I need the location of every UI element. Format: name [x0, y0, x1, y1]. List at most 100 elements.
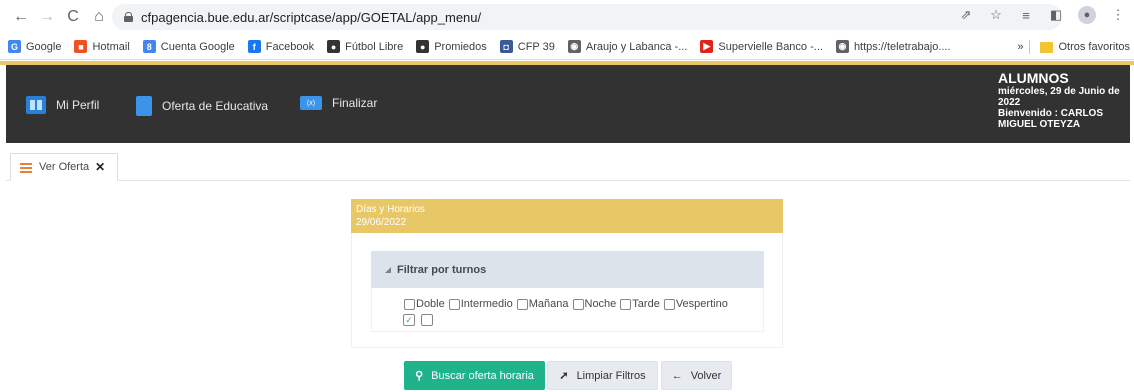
- share-icon[interactable]: ⇗: [958, 7, 974, 23]
- filter-section-toggle[interactable]: Filtrar por turnos: [371, 251, 764, 288]
- back-button[interactable]: ← Volver: [661, 361, 732, 390]
- address-bar[interactable]: cfpagencia.bue.edu.ar/scriptcase/app/GOE…: [112, 4, 1062, 30]
- app-header: Mi Perfil Oferta de Educativa (x) Finali…: [6, 65, 1130, 143]
- menu-item-label: Oferta de Educativa: [162, 99, 269, 113]
- bookmark-label: CFP 39: [517, 40, 555, 53]
- arrow-logo-icon: ▶: [700, 40, 714, 53]
- clear-filters-button[interactable]: ➚ Limpiar Filtros: [547, 361, 658, 390]
- filter-title: Filtrar por turnos: [397, 263, 487, 276]
- broom-icon: ➚: [559, 370, 569, 382]
- form-header: Días y Horarios 29/06/2022: [351, 199, 783, 233]
- bookmark-label: Google: [26, 40, 62, 53]
- checkbox-label: Doble: [416, 298, 445, 310]
- current-date: miércoles, 29 de Junio de 2022: [998, 86, 1120, 108]
- form-date: 29/06/2022: [356, 217, 407, 228]
- button-label: Limpiar Filtros: [576, 369, 646, 382]
- sliders-icon: [20, 162, 32, 173]
- button-label: Volver: [690, 369, 722, 382]
- bookmark-label: Fútbol Libre: [345, 40, 404, 53]
- checkbox[interactable]: [663, 298, 675, 310]
- bookmark-item[interactable]: ● Fútbol Libre: [327, 40, 403, 53]
- reading-list-icon[interactable]: ≡: [1018, 8, 1034, 23]
- form-title: Días y Horarios: [356, 204, 425, 215]
- menu-item-label: Finalizar: [332, 96, 378, 110]
- turno-option-doble[interactable]: Doble: [404, 298, 445, 310]
- turno-option-manana[interactable]: Mañana: [516, 298, 569, 310]
- welcome-message: Bienvenido : CARLOS MIGUEL OTEYZA: [998, 108, 1104, 130]
- checkbox[interactable]: [572, 298, 584, 310]
- profile-book-icon: [26, 96, 46, 114]
- menu-item-finalizar[interactable]: (x) Finalizar: [300, 96, 377, 110]
- turno-option-tarde[interactable]: Tarde: [620, 298, 660, 310]
- other-favorites-link[interactable]: Otros favoritos: [1058, 41, 1130, 53]
- browser-actions: ⇗ ☆ ≡ ◧ ● ⋮: [958, 6, 1126, 24]
- bookmark-label: Araujo y Labanca -...: [585, 40, 688, 53]
- bookmark-label: Hotmail: [92, 40, 130, 53]
- collapse-triangle-icon: [385, 266, 391, 273]
- globe-icon: ◉: [567, 40, 581, 53]
- google-icon: G: [8, 40, 21, 53]
- bookmark-item[interactable]: ◉ https://teletrabajo....: [835, 40, 951, 53]
- unchecked-checkbox[interactable]: [421, 314, 433, 326]
- soccer-ball-icon: ●: [416, 40, 430, 53]
- search-schedule-button[interactable]: ⚲ Buscar oferta horaria: [404, 361, 545, 390]
- checked-checkbox[interactable]: ✓: [403, 314, 415, 326]
- checkbox-label: Mañana: [528, 298, 569, 310]
- bookmarks-bar: G Google ■ Hotmail 8 Cuenta Google f Facebook ● F…: [0, 34, 1134, 60]
- url-text[interactable]: cfpagencia.bue.edu.ar/scriptcase/app/GOE…: [141, 10, 481, 25]
- button-label: Buscar oferta horaria: [431, 369, 534, 382]
- bookmarks-separator: [1029, 40, 1031, 54]
- profile-avatar-icon[interactable]: ●: [1078, 6, 1096, 24]
- bookmark-item[interactable]: ■ Hotmail: [74, 40, 130, 53]
- globe-icon: ◉: [835, 40, 849, 53]
- kebab-menu-icon[interactable]: ⋮: [1110, 7, 1126, 23]
- bookmark-label: Facebook: [265, 40, 315, 53]
- facebook-icon: f: [247, 40, 261, 53]
- reload-icon[interactable]: C: [62, 6, 84, 28]
- bookmark-item[interactable]: ◘ CFP 39: [499, 40, 555, 53]
- tab-ver-oferta[interactable]: Ver Oferta ✕: [10, 153, 118, 181]
- windows-icon: ■: [74, 40, 88, 53]
- star-icon[interactable]: ☆: [988, 7, 1004, 23]
- bookmark-item[interactable]: 8 Cuenta Google: [142, 40, 235, 53]
- document-icon: [136, 96, 152, 116]
- turno-option-noche[interactable]: Noche: [572, 298, 617, 310]
- bookmark-item[interactable]: ◉ Araujo y Labanca -...: [567, 40, 688, 53]
- bookmark-item[interactable]: f Facebook: [247, 40, 315, 53]
- bookmark-label: Supervielle Banco -...: [718, 40, 823, 53]
- user-role: ALUMNOS: [998, 70, 1069, 86]
- turno-option-intermedio[interactable]: Intermedio: [448, 298, 513, 310]
- lock-icon: [124, 12, 133, 22]
- menu-item-mi-perfil[interactable]: Mi Perfil: [26, 96, 99, 114]
- turno-option-vespertino[interactable]: Vespertino: [663, 298, 728, 310]
- menu-item-oferta-educativa[interactable]: Oferta de Educativa: [136, 96, 268, 116]
- checkbox[interactable]: [516, 298, 528, 310]
- bookmark-label: Cuenta Google: [160, 40, 235, 53]
- checkbox-label: Vespertino: [675, 298, 728, 310]
- checkbox-label: Noche: [584, 298, 617, 310]
- bookmark-item[interactable]: G Google: [8, 40, 61, 53]
- forward-arrow-icon[interactable]: →: [36, 6, 58, 28]
- soccer-ball-icon: ●: [327, 40, 341, 53]
- checkbox-label: Intermedio: [460, 298, 513, 310]
- side-panel-icon[interactable]: ◧: [1048, 7, 1064, 23]
- browser-toolbar: ← → C ⌂ cfpagencia.bue.edu.ar/scriptcase…: [0, 0, 1134, 34]
- extra-checkbox-group: ✓: [403, 314, 433, 326]
- tab-label: Ver Oferta: [39, 161, 90, 173]
- folder-icon: [1040, 41, 1054, 53]
- home-icon[interactable]: ⌂: [88, 6, 110, 28]
- bookmark-item[interactable]: ▶ Supervielle Banco -...: [700, 40, 823, 53]
- checkbox[interactable]: [404, 298, 415, 310]
- exit-icon: (x): [300, 96, 322, 110]
- checkbox[interactable]: [620, 298, 632, 310]
- back-arrow-icon[interactable]: ←: [10, 6, 32, 28]
- checkbox[interactable]: [448, 298, 460, 310]
- close-icon[interactable]: ✕: [95, 160, 105, 174]
- bookmark-item[interactable]: ● Promiedos: [416, 40, 487, 53]
- checkbox-label: Tarde: [632, 298, 660, 310]
- user-info: ALUMNOS miércoles, 29 de Junio de 2022 B…: [998, 70, 1128, 131]
- menu-item-label: Mi Perfil: [56, 98, 100, 112]
- more-bookmarks-button[interactable]: »: [1017, 41, 1023, 53]
- search-icon: ⚲: [415, 370, 424, 382]
- bookmarks-overflow: » Otros favoritos: [1017, 40, 1130, 54]
